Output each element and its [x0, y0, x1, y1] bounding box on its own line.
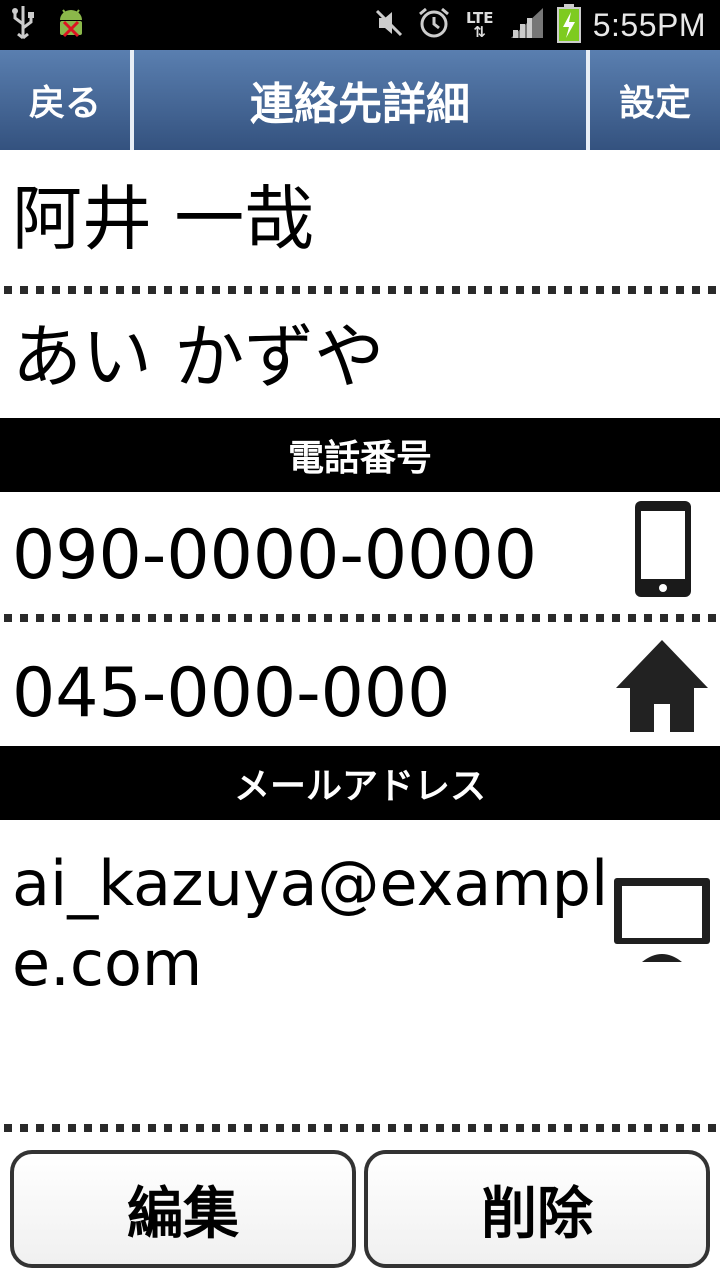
phone-row-home[interactable]: 045-000-000 — [0, 626, 720, 744]
email-address: ai_kazuya@example.com — [12, 847, 609, 1000]
status-time: 5:55PM — [592, 6, 706, 43]
battery-charging-icon — [556, 3, 581, 47]
phone-section-header: 電話番号 — [0, 418, 720, 492]
computer-monitor-icon — [612, 874, 712, 970]
dotted-divider — [4, 286, 716, 294]
dotted-divider — [4, 1124, 716, 1132]
email-row[interactable]: ai_kazuya@example.com — [0, 820, 720, 1120]
mobile-phone-icon — [634, 500, 692, 602]
alarm-icon — [417, 6, 451, 44]
contact-reading: あい かずや — [12, 316, 385, 398]
settings-button[interactable]: 設定 — [590, 50, 720, 150]
title-bar: 戻る 連絡先詳細 設定 — [0, 50, 720, 150]
contact-name: 阿井 一哉 — [12, 178, 315, 260]
status-bar: LTE ⇅ 5:55PM — [0, 0, 720, 50]
dotted-divider — [4, 614, 716, 622]
back-button[interactable]: 戻る — [0, 50, 130, 150]
delete-button[interactable]: 削除 — [364, 1150, 710, 1268]
phone-row-mobile[interactable]: 090-0000-0000 — [0, 492, 720, 610]
phone-number: 045-000-000 — [12, 654, 451, 733]
email-section-header: メールアドレス — [0, 746, 720, 820]
edit-button[interactable]: 編集 — [10, 1150, 356, 1268]
signal-icon — [509, 6, 545, 44]
mute-icon — [373, 7, 405, 43]
phone-number: 090-0000-0000 — [12, 516, 537, 595]
home-icon — [614, 638, 710, 738]
android-debug-icon — [54, 6, 88, 44]
page-title: 連絡先詳細 — [250, 79, 470, 130]
lte-icon: LTE ⇅ — [465, 9, 494, 41]
network-label: LTE — [465, 9, 494, 27]
usb-icon — [10, 4, 36, 46]
